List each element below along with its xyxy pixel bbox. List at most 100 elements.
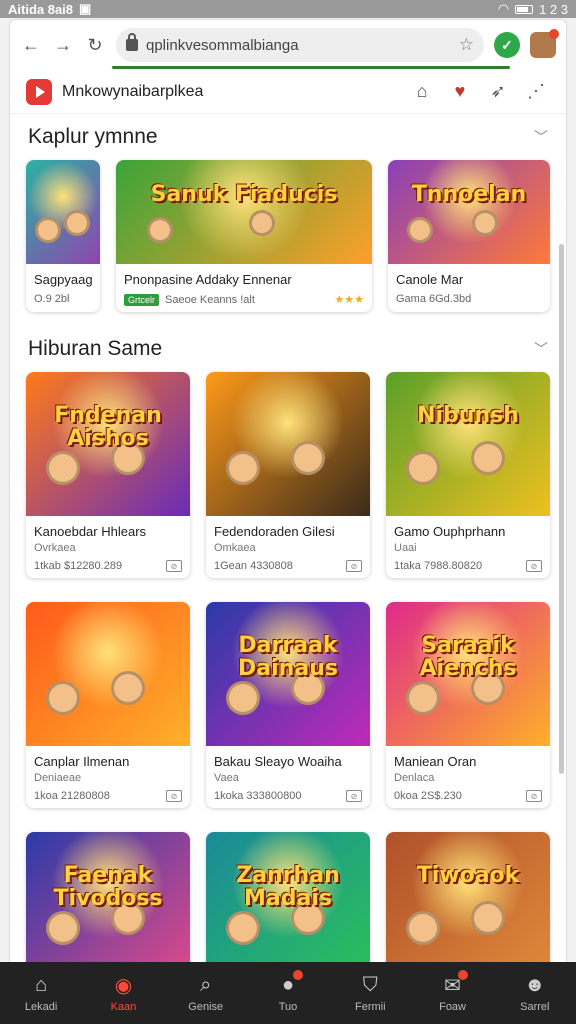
nav-item-foaw[interactable]: ✉ Foaw bbox=[423, 969, 483, 1013]
bell-icon[interactable]: ⌂ bbox=[408, 78, 436, 106]
back-button[interactable]: ← bbox=[20, 34, 42, 56]
game-card[interactable]: Fndenan Aishos Kanoebdar Hhlears Ovrkaea 1t… bbox=[26, 372, 190, 578]
site-logo[interactable] bbox=[26, 78, 52, 105]
card-meta-left: O.9 2bl bbox=[34, 293, 69, 305]
character-figure bbox=[405, 911, 440, 946]
page-content: Kaplur ymnne ﹀ Sagpyaag O.9 2bl Sanuk Fiad… bbox=[10, 114, 566, 964]
card-body: Kanoebdar Hhlears Ovrkaea 1tkab $12280.289… bbox=[26, 516, 190, 578]
game-subtitle: Ovrkaea bbox=[34, 542, 76, 554]
game-card[interactable]: Saraaik Aienchs Maniean Oran Denlaca 0koa 2… bbox=[386, 602, 550, 808]
character-figure bbox=[405, 451, 440, 486]
game-card[interactable]: Zanrhan Madais bbox=[206, 832, 370, 964]
character-figure bbox=[146, 217, 173, 244]
game-thumbnail[interactable]: Saraaik Aienchs bbox=[386, 602, 550, 746]
status-time: Aitida 8ai8 ▣ bbox=[8, 1, 91, 17]
profile-avatar[interactable] bbox=[530, 29, 559, 58]
game-thumbnail[interactable]: Tiwoaok bbox=[386, 832, 550, 964]
game-price: 0koa 2S$.230 bbox=[394, 790, 462, 802]
card-meta: 0koa 2S$.230 ⊘ bbox=[394, 790, 542, 802]
game-art bbox=[116, 160, 372, 264]
shield-icon[interactable]: ✓ bbox=[494, 32, 520, 58]
game-grid: Fndenan Aishos Kanoebdar Hhlears Ovrkaea 1t… bbox=[10, 372, 566, 964]
nav-item-tuo[interactable]: ● Tuo bbox=[258, 969, 318, 1013]
nav-item-sarrel[interactable]: ☻ Sarrel bbox=[505, 974, 565, 1013]
home-icon: ⌂ bbox=[35, 974, 48, 996]
game-art bbox=[206, 372, 370, 516]
nav-item-genise[interactable]: ⌕ Genise bbox=[176, 974, 236, 1013]
card-meta: Gama 6Gd.3bd bbox=[396, 293, 542, 305]
character-figure bbox=[472, 209, 499, 236]
game-thumbnail[interactable] bbox=[206, 372, 370, 516]
game-art bbox=[26, 602, 190, 746]
game-art bbox=[26, 160, 100, 264]
bookmark-icon[interactable]: ⊘ bbox=[166, 560, 182, 572]
game-art bbox=[388, 160, 550, 264]
card-body: Gamo Ouphprhann Uaai 1taka 7988.80820 ⊘ bbox=[386, 516, 550, 578]
account-icon: ☻ bbox=[524, 974, 546, 996]
card-body: Canole Mar Gama 6Gd.3bd bbox=[388, 264, 550, 311]
game-subtitle: Uaai bbox=[394, 542, 417, 554]
card-meta: 1koa 21280808 ⊘ bbox=[34, 790, 182, 802]
game-card[interactable]: Darraak Dainaus Bakau Sleayo Woaiha Vaea 1k… bbox=[206, 602, 370, 808]
character-figure bbox=[405, 681, 440, 716]
game-thumbnail[interactable]: Fndenan Aishos bbox=[26, 372, 190, 516]
game-thumbnail[interactable]: Sanuk Fiaducis bbox=[116, 160, 372, 264]
chat-icon: ✉ bbox=[440, 969, 468, 998]
send-icon[interactable]: ➶ bbox=[484, 78, 512, 106]
bookmark-icon[interactable]: ⊘ bbox=[526, 790, 542, 802]
game-price: 1tkab $12280.289 bbox=[34, 560, 123, 572]
nav-item-kaan[interactable]: ◉ Kaan bbox=[93, 974, 153, 1013]
game-card[interactable]: Canplar Ilmenan Deniaeae 1koa 21280808 ⊘ bbox=[26, 602, 190, 808]
game-card[interactable]: Tiwoaok bbox=[386, 832, 550, 964]
bookmark-icon[interactable]: ⊘ bbox=[346, 560, 362, 572]
nav-label: Tuo bbox=[278, 1000, 298, 1013]
game-card[interactable]: Faenak Tivodoss bbox=[26, 832, 190, 964]
game-thumbnail[interactable]: Nibunsh bbox=[386, 372, 550, 516]
game-title: Canplar Ilmenan bbox=[34, 754, 130, 769]
notification-icon: ● bbox=[275, 969, 303, 998]
game-title: Canole Mar bbox=[396, 272, 464, 287]
card-body: Bakau Sleayo Woaiha Vaea 1koka 333800800 ⊘ bbox=[206, 746, 370, 808]
game-subtitle: Saeoe Keanns !alt bbox=[165, 293, 255, 306]
game-thumbnail[interactable]: Darraak Dainaus bbox=[206, 602, 370, 746]
card-meta-left: Grtcelr Saeoe Keanns !alt bbox=[124, 293, 255, 306]
bookmark-star-icon[interactable]: ☆ bbox=[459, 35, 474, 55]
bookmark-icon[interactable]: ⊘ bbox=[166, 790, 182, 802]
reload-button[interactable]: ↻ bbox=[84, 34, 106, 56]
chevron-down-icon[interactable]: ﹀ bbox=[534, 127, 548, 147]
game-subtitle: Gama 6Gd.3bd bbox=[396, 293, 472, 305]
game-grid-row: Faenak Tivodoss Zanrhan Madais Tiwoaok bbox=[10, 832, 566, 964]
game-card[interactable]: Tnnoelan Canole Mar Gama 6Gd.3bd bbox=[388, 160, 550, 312]
game-card[interactable]: Sanuk Fiaducis Pnonpasine Addaky Ennenar G… bbox=[116, 160, 372, 312]
forward-button[interactable]: → bbox=[52, 34, 74, 56]
bookmark-icon[interactable]: ⊘ bbox=[346, 790, 362, 802]
game-title: Gamo Ouphprhann bbox=[394, 524, 506, 539]
game-thumbnail[interactable]: Faenak Tivodoss bbox=[26, 832, 190, 964]
card-meta-left: 1tkab $12280.289 bbox=[34, 560, 122, 572]
game-thumbnail[interactable] bbox=[26, 602, 190, 746]
search-icon: ⌕ bbox=[200, 974, 212, 996]
game-card[interactable]: Sagpyaag O.9 2bl bbox=[26, 160, 100, 312]
browser-window: ← → ↻ qplinkvesommalbianga ☆ ✓ Mnkowynai… bbox=[10, 20, 566, 964]
game-thumbnail[interactable]: Zanrhan Madais bbox=[206, 832, 370, 964]
scrollbar[interactable] bbox=[559, 244, 564, 774]
address-bar[interactable]: qplinkvesommalbianga ☆ bbox=[116, 28, 484, 62]
card-meta: 1koka 333800800 ⊘ bbox=[214, 790, 362, 802]
game-card[interactable]: Fedendoraden Gilesi Omkaea 1Gean 4330808 ⊘ bbox=[206, 372, 370, 578]
nav-label: Genise bbox=[188, 1000, 224, 1013]
bookmark-icon[interactable]: ⊘ bbox=[526, 560, 542, 572]
game-thumbnail[interactable]: Tnnoelan bbox=[388, 160, 550, 264]
nav-item-fermii[interactable]: ⛉ Fermii bbox=[340, 974, 400, 1013]
game-icon: ◉ bbox=[114, 975, 133, 997]
card-body: Fedendoraden Gilesi Omkaea 1Gean 4330808 ⊘ bbox=[206, 516, 370, 578]
nav-item-lekadi[interactable]: ⌂ Lekadi bbox=[11, 974, 71, 1013]
game-subtitle: Omkaea bbox=[214, 542, 256, 554]
game-thumbnail[interactable] bbox=[26, 160, 100, 264]
heart-icon[interactable]: ♥ bbox=[446, 78, 474, 106]
share-icon[interactable]: ⋰ bbox=[522, 78, 550, 106]
chevron-down-icon[interactable]: ﹀ bbox=[534, 339, 548, 359]
card-meta: 1Gean 4330808 ⊘ bbox=[214, 560, 362, 572]
game-card[interactable]: Nibunsh Gamo Ouphprhann Uaai 1taka 7988.808… bbox=[386, 372, 550, 578]
game-art-title: Sanuk Fiaducis bbox=[150, 181, 338, 207]
card-meta-left: 1taka 7988.80820 bbox=[394, 560, 482, 572]
